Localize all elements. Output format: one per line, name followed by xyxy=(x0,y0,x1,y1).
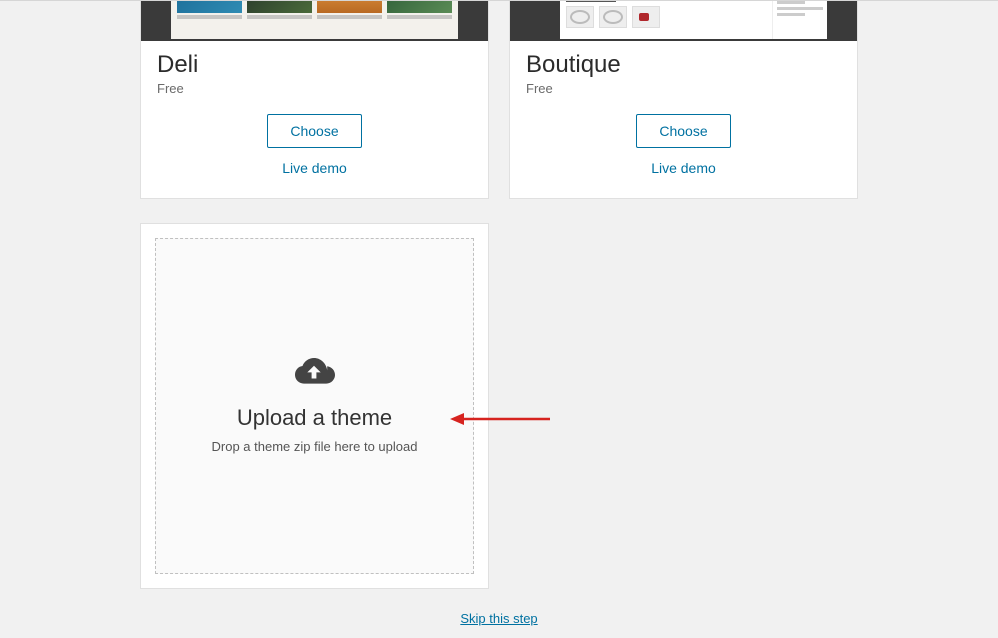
theme-price: Free xyxy=(526,81,841,96)
cloud-upload-icon xyxy=(295,358,335,391)
upload-subtitle: Drop a theme zip file here to upload xyxy=(212,439,418,454)
upload-dropzone[interactable]: Upload a theme Drop a theme zip file her… xyxy=(155,238,474,574)
theme-thumbnail xyxy=(141,1,488,41)
live-demo-link[interactable]: Live demo xyxy=(282,160,347,176)
theme-card-deli: Deli Free Choose Live demo xyxy=(140,0,489,199)
theme-title: Boutique xyxy=(526,51,841,79)
theme-card-boutique: Boutique Free Choose Live demo xyxy=(509,0,858,199)
theme-thumbnail xyxy=(510,1,857,41)
theme-price: Free xyxy=(157,81,472,96)
skip-step-link[interactable]: Skip this step xyxy=(460,611,537,626)
live-demo-link[interactable]: Live demo xyxy=(651,160,716,176)
theme-title: Deli xyxy=(157,51,472,79)
choose-button[interactable]: Choose xyxy=(636,114,730,148)
upload-theme-card: Upload a theme Drop a theme zip file her… xyxy=(140,223,489,589)
choose-button[interactable]: Choose xyxy=(267,114,361,148)
upload-title: Upload a theme xyxy=(237,405,392,431)
